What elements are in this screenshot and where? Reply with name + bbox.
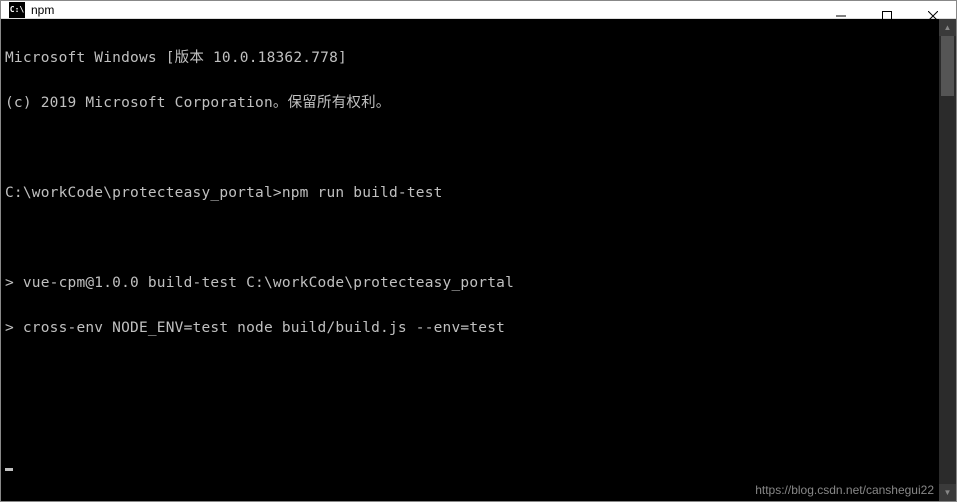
scroll-thumb[interactable] [941, 36, 954, 96]
terminal-line: > cross-env NODE_ENV=test node build/bui… [5, 321, 939, 336]
terminal-line: > vue-cpm@1.0.0 build-test C:\workCode\p… [5, 276, 939, 291]
terminal-line: Microsoft Windows [版本 10.0.18362.778] [5, 51, 939, 66]
titlebar[interactable]: C:\ npm [1, 1, 956, 19]
scroll-up-button[interactable]: ▲ [939, 19, 956, 36]
terminal-line [5, 231, 939, 246]
terminal-line [5, 366, 939, 381]
chevron-up-icon: ▲ [944, 23, 952, 32]
terminal-window: C:\ npm Microsoft Windows [版本 10.0.18362… [0, 0, 957, 502]
scroll-down-button[interactable]: ▼ [939, 484, 956, 501]
terminal-line: C:\workCode\protecteasy_portal>npm run b… [5, 186, 939, 201]
terminal-line [5, 411, 939, 426]
watermark: https://blog.csdn.net/canshegui22 [755, 483, 934, 497]
cursor-line [5, 456, 939, 471]
terminal-output[interactable]: Microsoft Windows [版本 10.0.18362.778] (c… [1, 19, 939, 501]
window-title: npm [31, 3, 54, 17]
chevron-down-icon: ▼ [944, 488, 952, 497]
scrollbar[interactable]: ▲ ▼ [939, 19, 956, 501]
app-icon: C:\ [9, 2, 25, 18]
cursor [5, 468, 13, 471]
terminal-line: (c) 2019 Microsoft Corporation。保留所有权利。 [5, 96, 939, 111]
terminal-container: Microsoft Windows [版本 10.0.18362.778] (c… [1, 19, 956, 501]
terminal-line [5, 141, 939, 156]
